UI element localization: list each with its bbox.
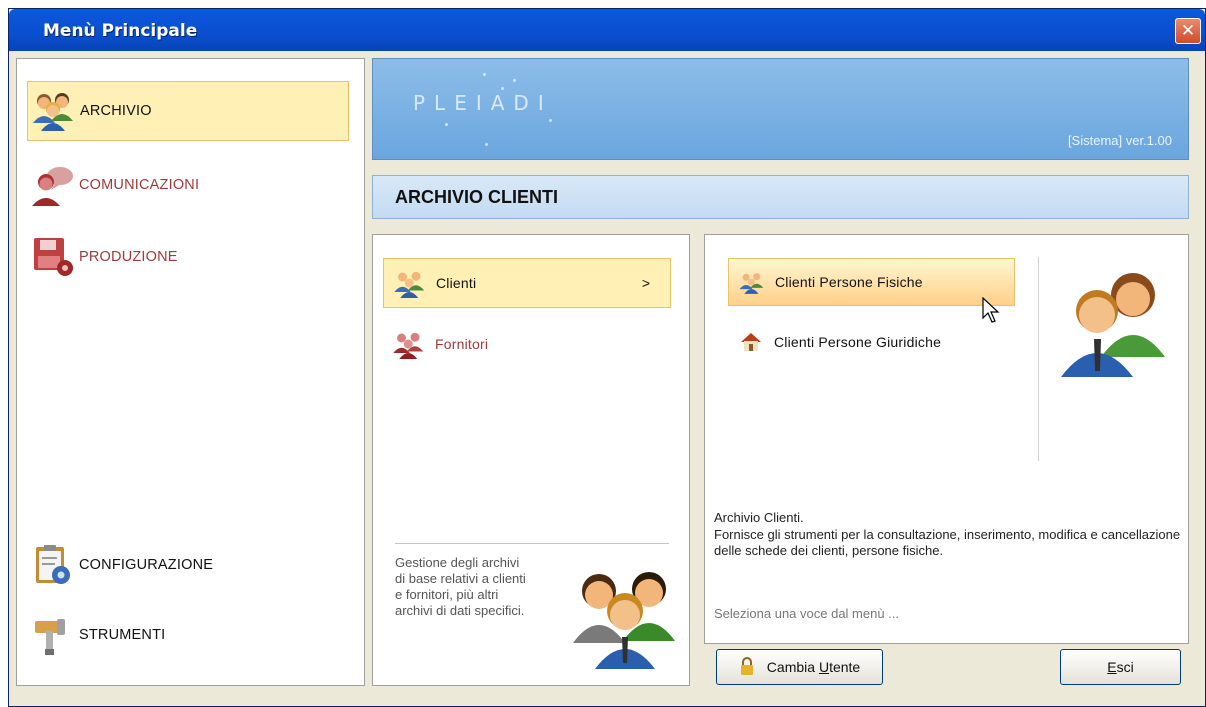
detail-panel: Clienti Persone Fisiche Clienti Persone … [704, 234, 1189, 644]
nav-item-label: COMUNICAZIONI [79, 177, 200, 193]
submenu-item-fornitori[interactable]: Fornitori [383, 319, 671, 369]
info-title: Archivio Clienti. [714, 510, 804, 525]
nav-item-archivio[interactable]: ARCHIVIO [27, 81, 349, 141]
nav-item-label: STRUMENTI [79, 627, 166, 643]
version-label: [Sistema] ver.1.00 [1067, 133, 1172, 148]
detail-item-label: Clienti Persone Fisiche [775, 274, 923, 290]
divider [395, 543, 669, 544]
change-user-button[interactable]: Cambia Utente [716, 649, 883, 685]
submenu-panel: Clienti > Fornitori Gestione degli archi… [372, 234, 690, 686]
app-logo: PLEIADI [413, 91, 553, 115]
divider [1038, 257, 1039, 461]
nav-item-comunicazioni[interactable]: COMUNICAZIONI [27, 155, 349, 215]
submenu-item-clienti[interactable]: Clienti > [383, 258, 671, 308]
nav-item-strumenti[interactable]: STRUMENTI [27, 605, 349, 665]
chevron-right-icon: > [641, 275, 650, 291]
people-large-icon [1057, 265, 1173, 382]
submenu-item-label: Fornitori [435, 336, 489, 352]
detail-item-persone-giuridiche[interactable]: Clienti Persone Giuridiche [728, 320, 1015, 364]
group-people-icon [571, 563, 681, 672]
lock-icon [739, 656, 755, 679]
mouse-cursor-icon [981, 296, 1003, 328]
main-nav-panel: ARCHIVIO COMUNICAZIONI PRODUZIONE CONFIG… [16, 58, 365, 686]
nav-item-label: CONFIGURAZIONE [79, 557, 214, 573]
speech-person-icon [27, 160, 79, 210]
people-red-icon [383, 319, 435, 369]
hint-text: Seleziona una voce dal menù ... [714, 606, 900, 621]
detail-item-label: Clienti Persone Giuridiche [774, 334, 942, 350]
section-header: ARCHIVIO CLIENTI [372, 175, 1189, 219]
submenu-item-label: Clienti [436, 275, 477, 291]
clipboard-gear-icon [27, 540, 79, 590]
title-bar[interactable]: Menù Principale ✕ [9, 9, 1205, 51]
close-icon: ✕ [1180, 21, 1196, 41]
info-text: Fornisce gli strumenti per la consultazi… [714, 527, 1181, 558]
nav-item-produzione[interactable]: PRODUZIONE [27, 227, 349, 287]
nav-item-label: PRODUZIONE [79, 249, 178, 265]
window-title: Menù Principale [43, 21, 198, 41]
floppy-gear-icon [27, 232, 79, 282]
hammer-icon [27, 610, 79, 660]
change-user-label: Cambia Utente [766, 659, 861, 675]
detail-item-persone-fisiche[interactable]: Clienti Persone Fisiche [728, 258, 1015, 306]
section-title: ARCHIVIO CLIENTI [395, 187, 559, 207]
close-button[interactable]: ✕ [1175, 18, 1201, 44]
people-icon [729, 257, 775, 307]
nav-item-configurazione[interactable]: CONFIGURAZIONE [27, 535, 349, 595]
house-icon [728, 317, 774, 367]
exit-button[interactable]: Esci [1060, 649, 1181, 685]
submenu-description: Gestione degli archivi di base relativi … [395, 555, 526, 618]
nav-item-label: ARCHIVIO [80, 103, 152, 119]
people-icon [28, 86, 80, 136]
people-icon [384, 258, 436, 308]
exit-label: Esci [1107, 659, 1134, 675]
app-banner: PLEIADI [Sistema] ver.1.00 [372, 58, 1189, 160]
